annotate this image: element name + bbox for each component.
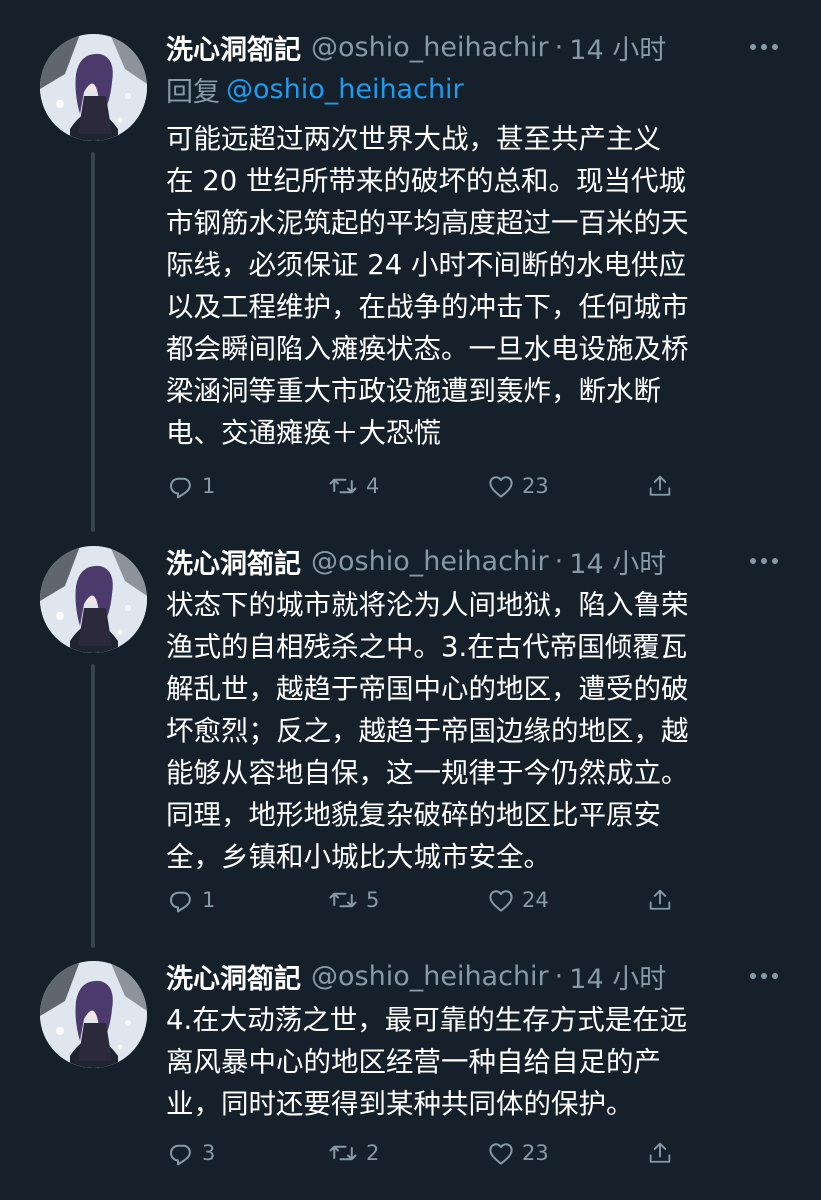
tweet-actions: 1 5 24 (166, 878, 686, 922)
tweet[interactable]: 洗心洞箚記 @oshio_heihachir · 14 小时 状态下的城市就将沦… (0, 540, 821, 950)
share-upload-icon (649, 1142, 671, 1163)
reply-count: 1 (202, 474, 216, 498)
reply-button[interactable]: 1 (166, 878, 215, 922)
more-options-button[interactable] (749, 540, 779, 582)
more-horizontal-icon (750, 44, 778, 50)
retweet-count: 2 (366, 1141, 380, 1165)
heart-icon (489, 476, 513, 498)
separator-dot: · (554, 31, 564, 63)
like-button[interactable]: 24 (486, 878, 549, 922)
avatar-image (40, 961, 147, 1068)
share-upload-icon (649, 475, 671, 496)
heart-icon (489, 890, 513, 912)
tweet-actions: 1 4 23 (166, 464, 686, 508)
tweet-header: 洗心洞箚記 @oshio_heihachir · 14 小时 (166, 955, 781, 997)
more-options-button[interactable] (749, 26, 779, 68)
retweet-count: 5 (366, 888, 380, 912)
reply-count: 3 (202, 1141, 216, 1165)
timestamp[interactable]: 14 小时 (569, 28, 666, 67)
share-button[interactable] (646, 464, 674, 508)
like-count: 23 (522, 1141, 549, 1165)
reply-button[interactable]: 3 (166, 1131, 215, 1175)
timestamp[interactable]: 14 小时 (569, 957, 666, 996)
like-count: 24 (522, 888, 549, 912)
display-name[interactable]: 洗心洞箚記 (166, 957, 301, 996)
display-name[interactable]: 洗心洞箚記 (166, 28, 301, 67)
like-button[interactable]: 23 (486, 464, 549, 508)
retweet-arrows-icon (329, 892, 357, 908)
reply-to-mention-link[interactable]: @oshio_heihachir (226, 74, 464, 105)
more-horizontal-icon (750, 973, 778, 979)
share-button[interactable] (646, 878, 674, 922)
heart-icon (489, 1143, 513, 1165)
display-name[interactable]: 洗心洞箚記 (166, 542, 301, 581)
reply-bubble-icon (170, 891, 191, 913)
like-count: 23 (522, 474, 549, 498)
replying-to: 回复 @oshio_heihachir (166, 68, 781, 110)
tweet-text: 4.在大动荡之世，最可靠的生存方式是在远 离风暴中心的地区经营一种自给自足的产 … (166, 1004, 688, 1120)
more-horizontal-icon (750, 558, 778, 564)
retweet-arrows-icon (329, 478, 357, 494)
retweet-button[interactable]: 5 (326, 878, 379, 922)
avatar-image (40, 546, 147, 653)
reply-count: 1 (202, 888, 216, 912)
retweet-button[interactable]: 4 (326, 464, 379, 508)
reply-bubble-icon (170, 477, 191, 499)
separator-dot: · (554, 545, 564, 577)
tweet-header: 洗心洞箚記 @oshio_heihachir · 14 小时 (166, 540, 781, 582)
separator-dot: · (554, 960, 564, 992)
share-upload-icon (649, 889, 671, 910)
user-handle[interactable]: @oshio_heihachir (311, 961, 549, 992)
like-button[interactable]: 23 (486, 1131, 549, 1175)
avatar-image (40, 34, 147, 141)
avatar[interactable] (40, 546, 147, 653)
share-button[interactable] (646, 1131, 674, 1175)
user-handle[interactable]: @oshio_heihachir (311, 546, 549, 577)
avatar[interactable] (40, 961, 147, 1068)
reply-to-label: 回复 (166, 76, 220, 108)
tweet[interactable]: 洗心洞箚記 @oshio_heihachir · 14 小时 回复 @oshio… (0, 0, 821, 540)
tweet-actions: 3 2 23 (166, 1131, 686, 1175)
more-options-button[interactable] (749, 955, 779, 997)
tweet-text: 可能远超过两次世界大战，甚至共产主义 在 20 世纪所带来的破坏的总和。现当代城… (166, 123, 689, 449)
retweet-arrows-icon (329, 1145, 357, 1161)
reply-bubble-icon (170, 1144, 191, 1166)
user-handle[interactable]: @oshio_heihachir (311, 32, 549, 63)
retweet-count: 4 (366, 474, 380, 498)
reply-button[interactable]: 1 (166, 464, 215, 508)
timestamp[interactable]: 14 小时 (569, 542, 666, 581)
tweet-text: 状态下的城市就将沦为人间地狱，陷入鲁荣 渔式的自相残杀之中。3.在古代帝国倾覆瓦… (166, 589, 689, 873)
tweet-thread: 洗心洞箚記 @oshio_heihachir · 14 小时 回复 @oshio… (0, 0, 821, 1200)
tweet-header: 洗心洞箚記 @oshio_heihachir · 14 小时 (166, 26, 781, 68)
tweet[interactable]: 洗心洞箚記 @oshio_heihachir · 14 小时 4.在大动荡之世，… (0, 955, 821, 1200)
retweet-button[interactable]: 2 (326, 1131, 379, 1175)
avatar[interactable] (40, 34, 147, 141)
